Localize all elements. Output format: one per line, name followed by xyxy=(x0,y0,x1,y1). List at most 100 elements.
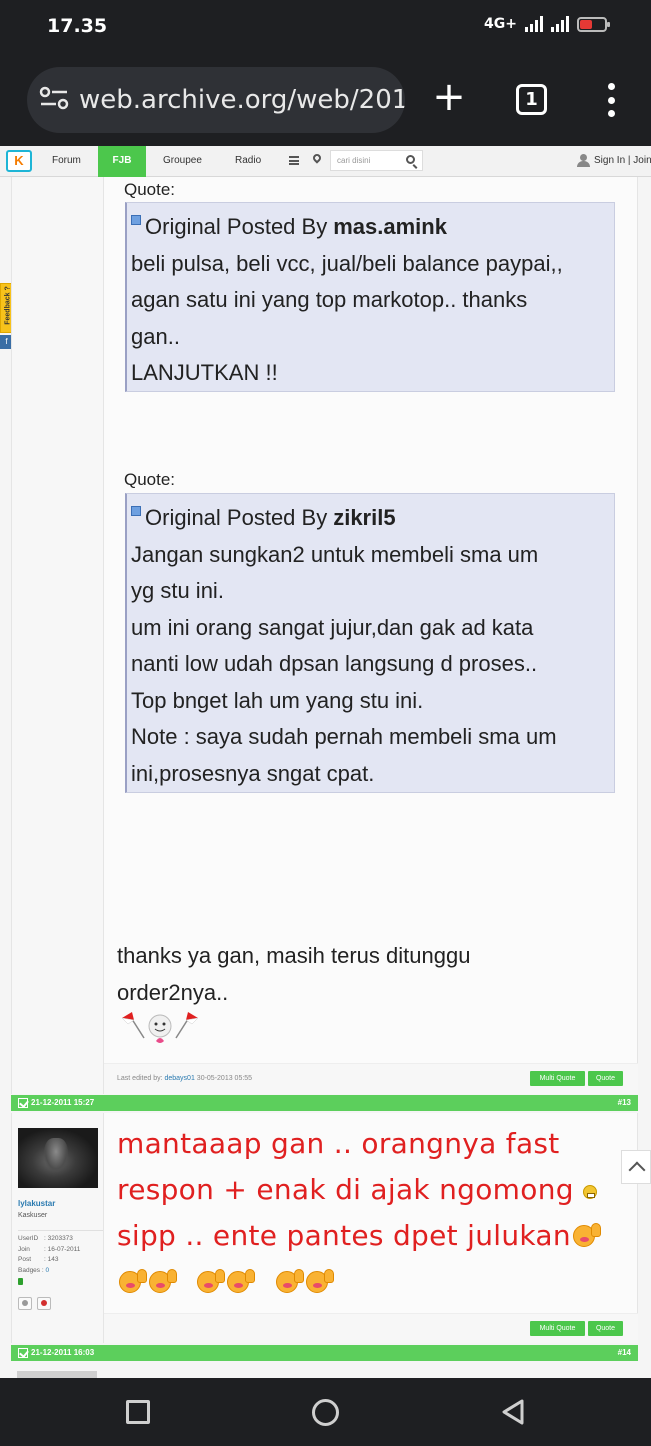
edit-prefix: Last edited by: xyxy=(117,1075,163,1082)
quote-prefix: Original Posted By xyxy=(145,505,328,530)
url-text[interactable]: web.archive.org/web/2014 xyxy=(79,85,405,115)
report-icon[interactable] xyxy=(37,1297,51,1310)
info-key: Post xyxy=(18,1256,32,1263)
chevron-up-icon[interactable] xyxy=(621,1150,651,1184)
post-line: respon + enak di ajak ngomong xyxy=(117,1167,617,1213)
quote-icon xyxy=(131,215,141,226)
edit-note: Last edited by: debays01 30-05-2013 05:5… xyxy=(117,1075,252,1082)
nav-forum[interactable]: Forum xyxy=(52,146,81,177)
signin-link[interactable]: Sign In | Join xyxy=(594,146,651,175)
quote-label: Quote: xyxy=(124,180,176,199)
quote-header: Original Posted By mas.amink xyxy=(131,209,610,246)
seller-emoticon-icon xyxy=(304,1267,334,1295)
triangle-back-icon[interactable] xyxy=(500,1398,526,1426)
quote-author[interactable]: zikril5 xyxy=(333,500,395,537)
seller-emoticon-icon xyxy=(117,1267,147,1295)
tune-icon[interactable] xyxy=(39,86,69,115)
webpage: K Forum FJB Groupee Radio cari disini Si… xyxy=(0,146,651,1378)
search-input[interactable]: cari disini xyxy=(330,150,423,171)
search-placeholder: cari disini xyxy=(337,156,371,165)
profile-icon[interactable] xyxy=(18,1297,32,1310)
post-header: 21-12-2011 16:03 #14 xyxy=(11,1345,638,1361)
user-info: UserID : 3203373 Join : 16-07-2011 Post : 1… xyxy=(18,1230,103,1276)
post-header: 21-12-2011 15:27 #13 xyxy=(11,1095,638,1111)
info-value: : 143 xyxy=(44,1256,59,1263)
emoticon-row xyxy=(117,1259,617,1305)
avatar[interactable] xyxy=(18,1128,98,1188)
battery-icon xyxy=(577,16,610,32)
quote-line: beli pulsa, beli vcc, jual/beli balance … xyxy=(131,250,563,276)
info-key: UserID xyxy=(18,1235,39,1242)
kaskus-logo[interactable]: K xyxy=(6,150,32,172)
flag-smiley-icon xyxy=(121,1012,199,1043)
multi-quote-button[interactable]: Multi Quote xyxy=(530,1321,585,1336)
quote-label: Quote: xyxy=(124,470,176,489)
square-icon[interactable] xyxy=(126,1400,150,1424)
nav-groupee[interactable]: Groupee xyxy=(163,146,202,177)
info-key: Join xyxy=(18,1245,30,1253)
reply-line: order2nya.. xyxy=(117,980,229,1005)
info-key: Badges xyxy=(18,1266,41,1274)
tab-switcher-button[interactable]: 1 xyxy=(516,84,547,115)
more-vert-icon[interactable] xyxy=(604,83,618,117)
seller-emoticon-icon xyxy=(274,1267,304,1295)
nav-radio[interactable]: Radio xyxy=(235,146,261,177)
hamburger-icon[interactable] xyxy=(289,156,299,165)
system-navbar xyxy=(0,1378,651,1446)
user-sidebar: lylakustar Kaskuser UserID: 3203373 Join… xyxy=(11,1113,104,1343)
location-pin-icon[interactable] xyxy=(311,152,323,164)
multi-quote-button[interactable]: Multi Quote xyxy=(530,1071,585,1086)
post-number[interactable]: #14 xyxy=(618,1345,631,1361)
search-icon[interactable] xyxy=(406,155,415,164)
quote-icon xyxy=(131,506,141,517)
circle-icon[interactable] xyxy=(312,1399,339,1426)
plus-icon: + xyxy=(432,74,466,120)
post-number[interactable]: #13 xyxy=(618,1095,631,1111)
new-tab-button[interactable]: + xyxy=(432,77,466,117)
quote-line: agan satu ini yang top markotop.. thanks xyxy=(131,287,528,312)
browser-toolbar: web.archive.org/web/2014 + 1 xyxy=(0,56,651,146)
post-line: mantaaap gan .. orangnya fast xyxy=(117,1121,617,1167)
user-sidebar xyxy=(11,177,104,1094)
info-value: : 3203373 xyxy=(44,1235,73,1242)
username[interactable]: lylakustar xyxy=(18,1199,55,1208)
address-bar[interactable]: web.archive.org/web/2014 xyxy=(27,67,405,133)
checkbox-icon[interactable] xyxy=(18,1348,28,1358)
site-navbar: K Forum FJB Groupee Radio cari disini Si… xyxy=(0,146,651,177)
reply-text: thanks ya gan, masih terus ditunggu orde… xyxy=(117,937,617,1011)
quote-header: Original Posted By zikril5 xyxy=(131,500,610,537)
badges-link[interactable]: 0 xyxy=(45,1266,49,1277)
seller-emoticon-icon xyxy=(225,1267,256,1295)
post-footer: Last edited by: debays01 30-05-2013 05:5… xyxy=(104,1063,638,1094)
post-line-text: mantaaap gan .. orangnya fast xyxy=(117,1127,560,1160)
status-indicators: 4G+ xyxy=(484,16,610,32)
quote-line: nanti low udah dpsan langsung d proses.. xyxy=(131,651,538,676)
online-status-icon xyxy=(18,1278,23,1285)
quote-line: Note : saya sudah pernah membeli sma um xyxy=(131,724,557,749)
seller-emoticon-icon xyxy=(571,1221,601,1249)
quote-line: LANJUTKAN !! xyxy=(131,360,278,385)
status-bar: 17.35 4G+ xyxy=(0,0,651,56)
signal-icon xyxy=(525,16,543,32)
editor-link[interactable]: debays01 xyxy=(164,1075,194,1082)
post-line: sipp .. ente pantes dpet julukan xyxy=(117,1213,617,1259)
checkbox-icon[interactable] xyxy=(18,1098,28,1108)
network-type: 4G+ xyxy=(484,16,517,32)
quote-line: ini,prosesnya sngat cpat. xyxy=(131,760,375,786)
post-line-text: respon + enak di ajak ngomong xyxy=(117,1173,574,1206)
post-date: 21-12-2011 16:03 xyxy=(31,1348,95,1357)
quote-line: Jangan sungkan2 untuk membeli sma um xyxy=(131,541,539,567)
quote-prefix: Original Posted By xyxy=(145,214,328,239)
quote-line: Top bnget lah um yang stu ini. xyxy=(131,687,424,713)
quote-button[interactable]: Quote xyxy=(588,1321,623,1336)
post-line-text: sipp .. ente pantes dpet julukan xyxy=(117,1219,571,1252)
nav-fjb[interactable]: FJB xyxy=(98,146,146,177)
quote-author[interactable]: mas.amink xyxy=(333,209,447,246)
status-time: 17.35 xyxy=(47,15,108,37)
info-value: : 16-07-2011 xyxy=(44,1245,81,1253)
signal-icon-2 xyxy=(551,16,569,32)
quote-button[interactable]: Quote xyxy=(588,1071,623,1086)
post-footer: Multi Quote Quote xyxy=(104,1313,638,1343)
quote-line: yg stu ini. xyxy=(131,578,224,603)
avatar[interactable] xyxy=(17,1371,97,1378)
